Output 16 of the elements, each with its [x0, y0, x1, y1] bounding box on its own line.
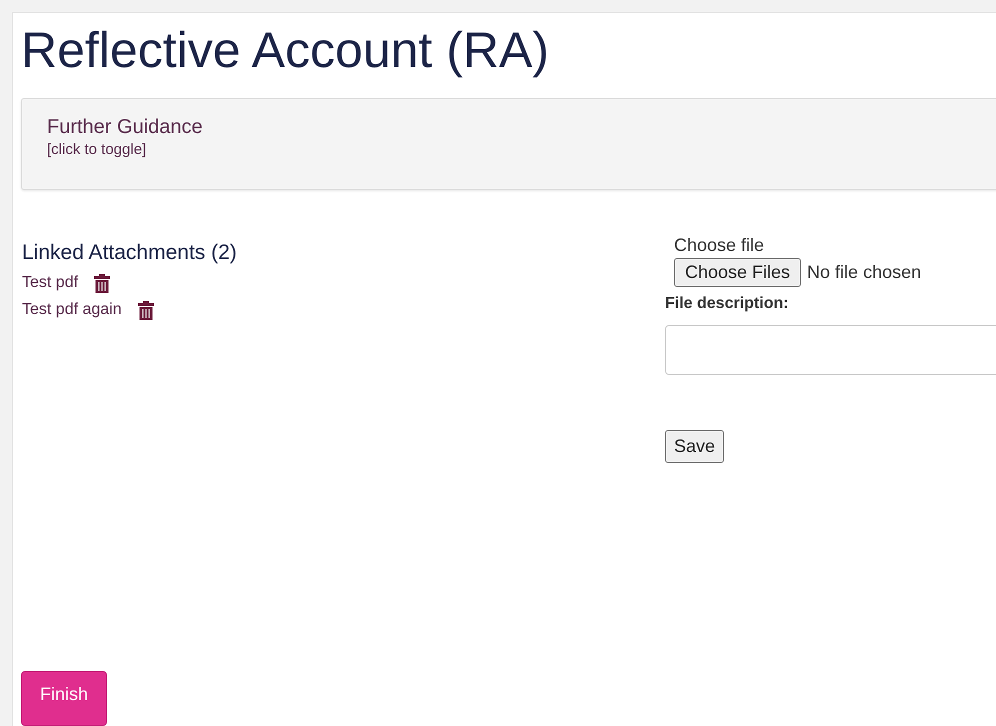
attachment-link[interactable]: Test pdf again [22, 301, 122, 319]
section-heading: Linked Attachments (2) [22, 240, 237, 266]
guidance-heading: Further Guidance [47, 115, 203, 140]
page-title: Reflective Account (RA) [21, 21, 550, 80]
save-button[interactable]: Save [665, 430, 724, 463]
guidance-panel[interactable]: Further Guidance [click to toggle] [21, 98, 996, 190]
field-label: Choose file [674, 234, 764, 256]
trash-icon[interactable] [94, 274, 110, 292]
file-status: No file chosen [807, 262, 922, 283]
toggle-hint: [click to toggle] [47, 140, 146, 160]
field-label: File description: [665, 294, 789, 314]
description-field[interactable] [665, 325, 996, 375]
finish-button[interactable]: Finish [21, 671, 108, 726]
attachment-link[interactable]: Test pdf [22, 274, 78, 292]
trash-icon[interactable] [138, 300, 154, 320]
choose-files-button[interactable]: Choose Files [674, 258, 802, 287]
